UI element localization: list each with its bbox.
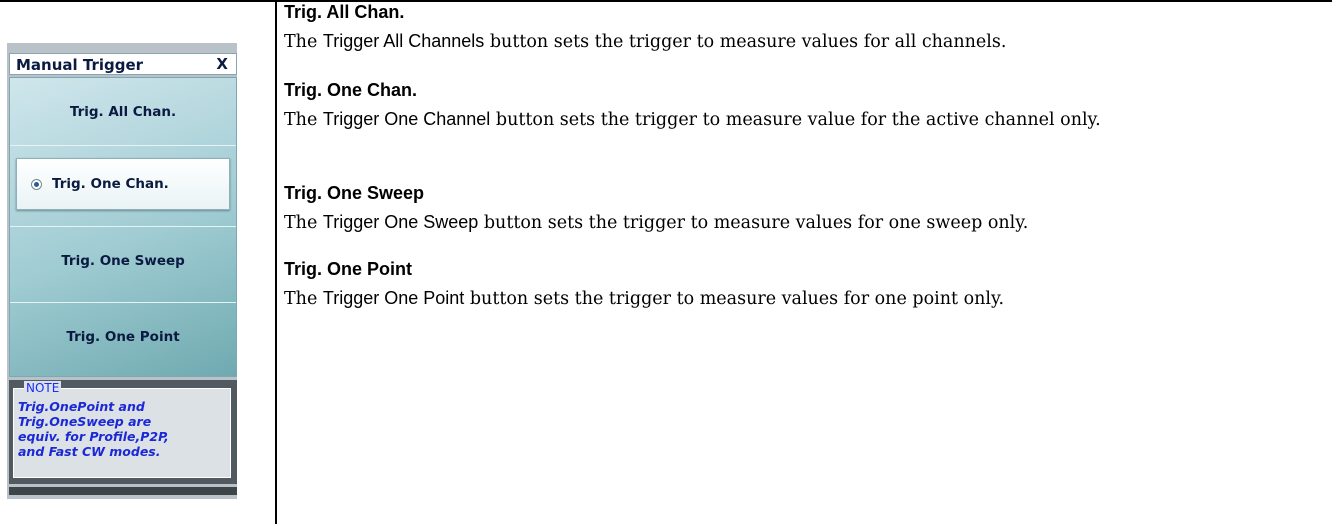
heading-trig-one-point: Trig. One Point	[284, 259, 413, 279]
panel-footer	[9, 487, 237, 495]
heading-trig-all-chan: Trig. All Chan.	[284, 2, 405, 22]
close-button[interactable]: X	[216, 55, 228, 73]
trig-one-point-label: Trig. One Point	[66, 328, 180, 345]
trig-one-chan-button[interactable]: Trig. One Chan.	[16, 158, 230, 210]
table-column-divider	[275, 0, 277, 524]
desc-trig-one-sweep: The Trigger One Sweep button sets the tr…	[284, 209, 1324, 236]
doc-table: Manual Trigger X Trig. All Chan. Trig. O…	[0, 0, 1332, 524]
desc-text: The	[284, 289, 323, 309]
desc-text: button sets the trigger to measure value…	[464, 289, 1005, 309]
desc-trig-one-chan: The Trigger One Channel button sets the …	[284, 106, 1324, 133]
desc-trig-all-chan: The Trigger All Channels button sets the…	[284, 28, 1324, 55]
button-area: Trig. All Chan. Trig. One Chan. Trig. On…	[9, 77, 237, 377]
ui-term: Trigger One Sweep	[322, 212, 479, 232]
radio-selected-icon	[31, 178, 42, 190]
panel-title: Manual Trigger	[16, 56, 144, 74]
desc-text: The	[284, 110, 323, 130]
ui-term: Trigger One Point	[322, 288, 465, 308]
desc-text: button sets the trigger to measure value…	[484, 32, 1007, 52]
trig-one-sweep-label: Trig. One Sweep	[61, 252, 185, 269]
note-inner: NOTE Trig.OnePoint and Trig.OneSweep are…	[13, 381, 231, 478]
desc-text: The	[284, 213, 323, 233]
ui-term: Trigger One Channel	[322, 109, 491, 129]
desc-text: The	[284, 32, 323, 52]
manual-trigger-panel: Manual Trigger X Trig. All Chan. Trig. O…	[7, 43, 237, 499]
desc-text: button sets the trigger to measure value…	[490, 110, 1101, 130]
trig-all-chan-button[interactable]: Trig. All Chan.	[10, 78, 236, 146]
desc-text: button sets the trigger to measure value…	[478, 213, 1029, 233]
trig-all-chan-label: Trig. All Chan.	[69, 103, 177, 120]
heading-trig-one-sweep: Trig. One Sweep	[284, 183, 425, 203]
ui-term: Trigger All Channels	[322, 31, 485, 51]
note-box: NOTE Trig.OnePoint and Trig.OneSweep are…	[9, 380, 237, 484]
note-text: Trig.OnePoint and Trig.OneSweep are equi…	[18, 399, 169, 459]
table-top-rule	[0, 0, 1332, 2]
trig-one-sweep-button[interactable]: Trig. One Sweep	[10, 226, 236, 294]
trig-one-chan-label: Trig. One Chan.	[52, 176, 169, 192]
panel-header: Manual Trigger X	[9, 53, 237, 75]
desc-trig-one-point: The Trigger One Point button sets the tr…	[284, 285, 1324, 312]
trig-one-point-button[interactable]: Trig. One Point	[10, 302, 236, 370]
heading-trig-one-chan: Trig. One Chan.	[284, 80, 418, 100]
note-label: NOTE	[24, 381, 62, 395]
